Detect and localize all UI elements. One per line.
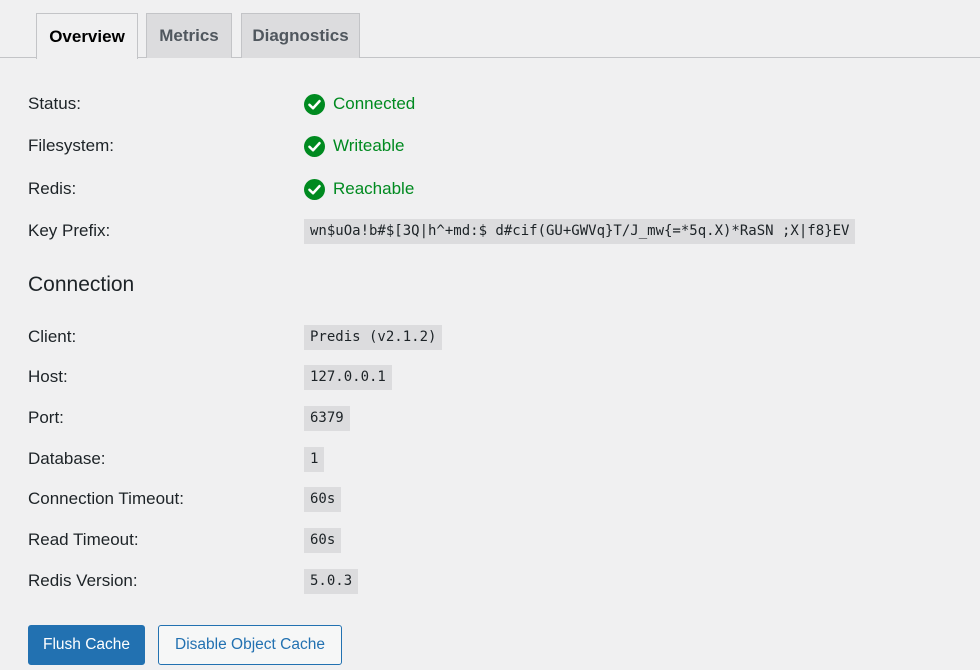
tab-diagnostics[interactable]: Diagnostics <box>241 13 360 58</box>
redis-version-code: 5.0.3 <box>304 568 359 594</box>
connection-timeout-label: Connection Timeout: <box>28 489 184 508</box>
filesystem-label: Filesystem: <box>28 136 114 155</box>
redis-value: Reachable <box>304 174 414 204</box>
database-row: Database: 1 <box>28 444 968 474</box>
host-label: Host: <box>28 367 68 386</box>
client-value: Predis (v2.1.2) <box>304 322 443 352</box>
flush-cache-button[interactable]: Flush Cache <box>28 625 145 665</box>
host-row: Host: 127.0.0.1 <box>28 362 968 392</box>
client-code: Predis (v2.1.2) <box>304 324 443 350</box>
host-value: 127.0.0.1 <box>304 362 392 392</box>
filesystem-value: Writeable <box>304 131 405 161</box>
redis-version-value: 5.0.3 <box>304 566 359 596</box>
disable-object-cache-button[interactable]: Disable Object Cache <box>158 625 342 665</box>
key-prefix-value: wn$uOa!b#$[3Q|h^+md:$ d#cif(GU+GWVq}T/J_… <box>304 216 856 246</box>
client-row: Client: Predis (v2.1.2) <box>28 322 968 352</box>
connection-timeout-code: 60s <box>304 486 342 512</box>
connection-heading: Connection <box>28 273 135 296</box>
port-row: Port: 6379 <box>28 403 968 433</box>
read-timeout-label: Read Timeout: <box>28 530 139 549</box>
check-circle-icon <box>304 93 325 115</box>
key-prefix-code: wn$uOa!b#$[3Q|h^+md:$ d#cif(GU+GWVq}T/J_… <box>304 218 856 244</box>
tab-overview[interactable]: Overview <box>36 13 138 59</box>
key-prefix-label: Key Prefix: <box>28 221 111 240</box>
port-label: Port: <box>28 408 64 427</box>
status-row: Status: Connected <box>28 89 968 119</box>
read-timeout-code: 60s <box>304 527 342 553</box>
client-label: Client: <box>28 327 77 346</box>
redis-settings-page: Overview Metrics Diagnostics Status: Con… <box>0 0 980 670</box>
connection-timeout-value: 60s <box>304 484 342 514</box>
read-timeout-row: Read Timeout: 60s <box>28 525 968 555</box>
redis-value-text: Reachable <box>333 179 415 198</box>
filesystem-value-text: Writeable <box>333 136 405 155</box>
read-timeout-value: 60s <box>304 525 342 555</box>
database-label: Database: <box>28 449 106 468</box>
port-value: 6379 <box>304 403 350 433</box>
redis-row: Redis: Reachable <box>28 174 968 204</box>
status-label: Status: <box>28 94 81 113</box>
database-value: 1 <box>304 444 325 474</box>
port-code: 6379 <box>304 405 350 431</box>
filesystem-row: Filesystem: Writeable <box>28 131 968 161</box>
tab-metrics[interactable]: Metrics <box>146 13 232 58</box>
connection-timeout-row: Connection Timeout: 60s <box>28 484 968 514</box>
check-circle-icon <box>304 135 325 157</box>
check-circle-icon <box>304 178 325 200</box>
redis-label: Redis: <box>28 179 77 198</box>
redis-version-row: Redis Version: 5.0.3 <box>28 566 968 596</box>
status-value: Connected <box>304 89 415 119</box>
redis-version-label: Redis Version: <box>28 571 138 590</box>
host-code: 127.0.0.1 <box>304 364 392 390</box>
status-value-text: Connected <box>333 94 416 113</box>
key-prefix-row: Key Prefix: wn$uOa!b#$[3Q|h^+md:$ d#cif(… <box>28 216 968 246</box>
tab-bar: Overview Metrics Diagnostics <box>0 0 980 59</box>
database-code: 1 <box>304 446 325 472</box>
